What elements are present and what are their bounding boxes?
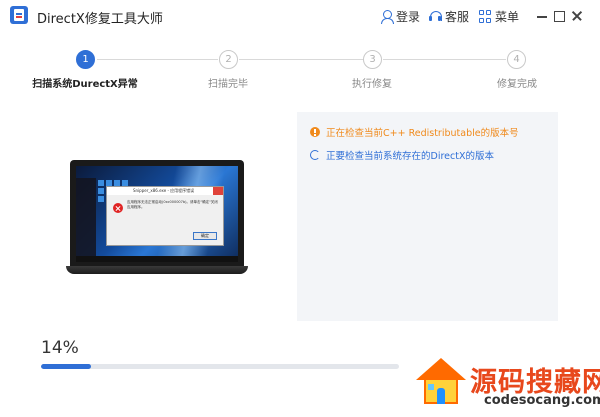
- headset-icon: [429, 10, 442, 23]
- menu-button[interactable]: 菜单: [479, 8, 519, 25]
- status-panel: 正在检查当前C++ Redistributable的版本号 正要检查当前系统存在…: [297, 112, 558, 321]
- user-icon: [380, 10, 394, 24]
- app-window: DirectX修复工具大师 登录 客服 菜单 1 2 3 4 扫描系统Durec…: [0, 0, 600, 417]
- watermark-house-logo: [416, 358, 466, 408]
- login-label: 登录: [396, 10, 421, 24]
- progress-percent: 14%: [41, 338, 79, 358]
- menu-label: 菜单: [495, 10, 520, 24]
- step-3-circle: 3: [363, 50, 382, 69]
- watermark-url: codesocang.com: [484, 393, 600, 408]
- status-item-cpp: 正在检查当前C++ Redistributable的版本号: [310, 125, 519, 139]
- step-connector: [97, 59, 218, 60]
- taskbar: [76, 256, 238, 262]
- status-text-cpp: 正在检查当前C++ Redistributable的版本号: [326, 128, 519, 139]
- desktop-wallpaper: Snipper_x86.exe - 应用程序错误 应用程序无法正常启动(0xc0…: [76, 166, 238, 262]
- customer-service-button[interactable]: 客服: [429, 8, 469, 25]
- service-label: 客服: [445, 10, 470, 24]
- loading-icon: [310, 150, 320, 160]
- error-dialog-ok-button: 确定: [193, 232, 217, 240]
- step-2-circle: 2: [219, 50, 238, 69]
- close-icon[interactable]: [567, 6, 587, 26]
- error-icon: [113, 203, 123, 213]
- step-4-circle: 4: [507, 50, 526, 69]
- step-4-label: 修复完成: [497, 79, 537, 90]
- step-connector: [239, 59, 363, 60]
- start-menu: [76, 178, 96, 256]
- status-text-directx: 正要检查当前系统存在的DirectX的版本: [326, 151, 494, 162]
- step-3-label: 执行修复: [352, 79, 392, 90]
- maximize-icon[interactable]: [549, 6, 569, 26]
- grid-icon: [479, 10, 492, 23]
- progress-bar: [41, 364, 399, 369]
- progress-fill: [41, 364, 92, 369]
- app-title: DirectX修复工具大师: [37, 12, 163, 27]
- dialog-close-icon: [213, 187, 223, 195]
- laptop-base: [66, 266, 248, 274]
- title-bar: DirectX修复工具大师 登录 客服 菜单: [0, 0, 600, 32]
- laptop-illustration: Snipper_x86.exe - 应用程序错误 应用程序无法正常启动(0xc0…: [66, 160, 248, 274]
- error-dialog-title: Snipper_x86.exe - 应用程序错误: [107, 187, 223, 195]
- login-button[interactable]: 登录: [380, 8, 420, 25]
- error-dialog-message: 应用程序无法正常启动(0xc000007b)。请单击"确定"关闭应用程序。: [127, 200, 218, 209]
- step-1-label: 扫描系统DurectX异常: [32, 79, 138, 90]
- status-item-directx: 正要检查当前系统存在的DirectX的版本: [310, 148, 494, 162]
- error-dialog: Snipper_x86.exe - 应用程序错误 应用程序无法正常启动(0xc0…: [106, 186, 224, 246]
- step-2-label: 扫描完毕: [208, 79, 248, 90]
- step-connector: [383, 59, 506, 60]
- app-logo-icon: [10, 6, 28, 24]
- laptop-screen: Snipper_x86.exe - 应用程序错误 应用程序无法正常启动(0xc0…: [70, 160, 244, 266]
- step-1-circle: 1: [76, 50, 95, 69]
- warning-icon: [310, 127, 320, 137]
